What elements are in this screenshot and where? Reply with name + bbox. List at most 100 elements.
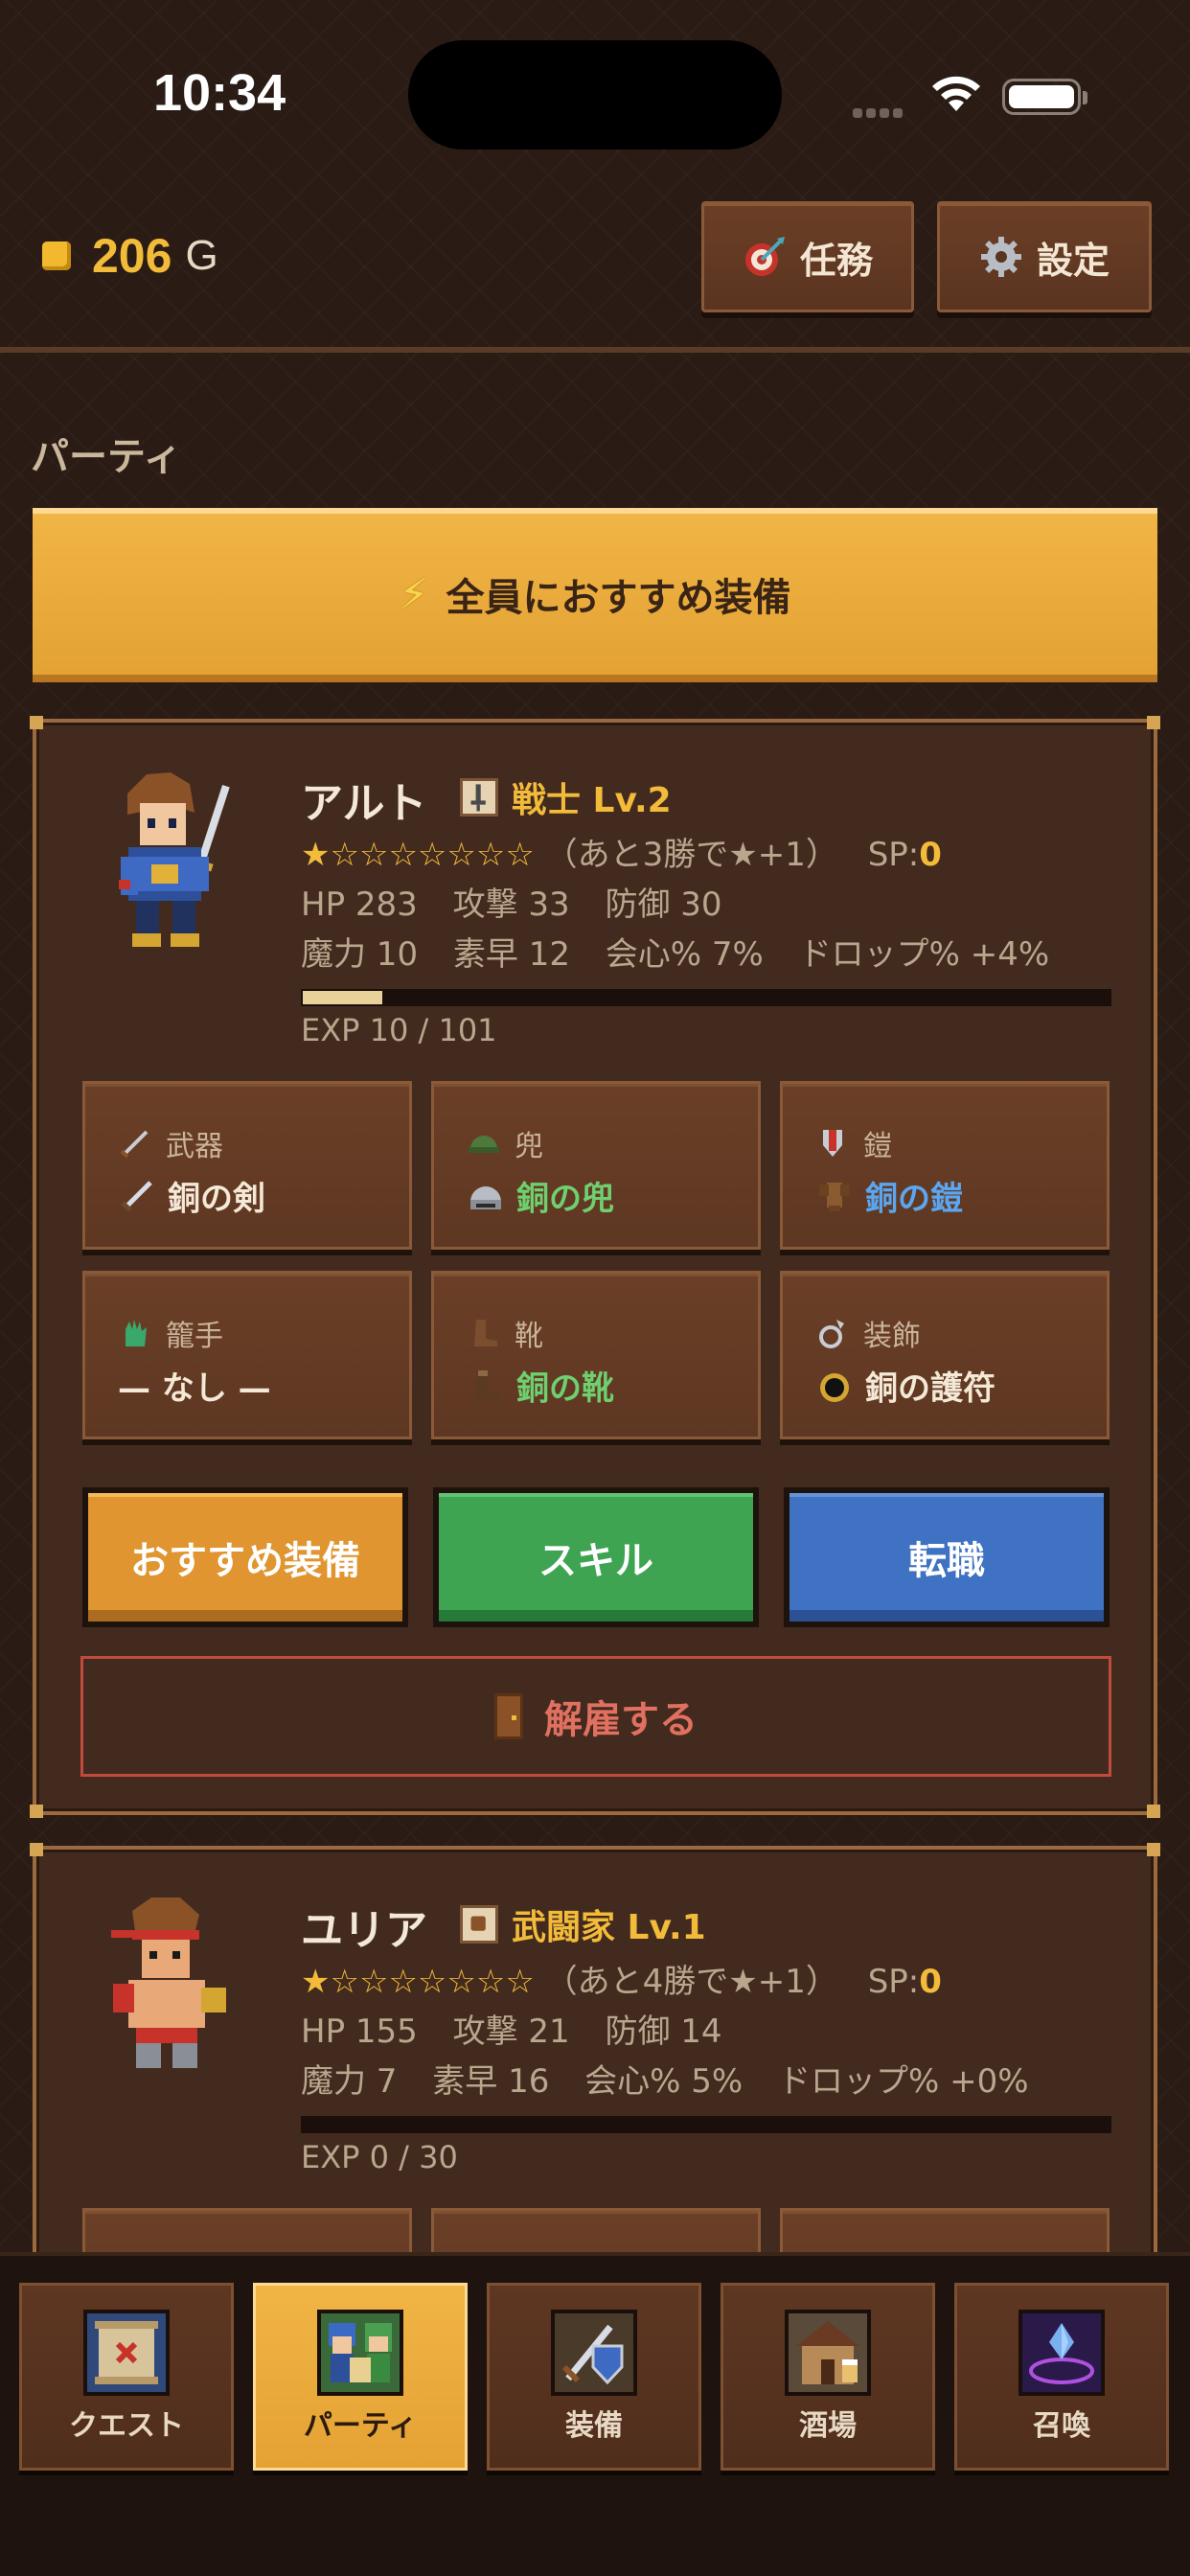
battery-icon: [1002, 79, 1087, 115]
stat-attack: 攻撃 33: [452, 886, 570, 924]
equip-slot-armor[interactable]: 鎧 銅の鎧: [780, 1081, 1110, 1250]
fist-job-icon: [460, 1905, 498, 1944]
member-job-label: 戦士 Lv.2: [512, 781, 672, 820]
sp-value: 0: [919, 1963, 942, 2001]
item-name: 銅の靴: [516, 1369, 614, 1408]
sword-job-icon: [460, 778, 498, 816]
boot-slot-icon: [474, 1320, 497, 1346]
slot-label: 靴: [515, 1320, 543, 1353]
item-name: 銅の鎧: [865, 1180, 963, 1218]
cellular-signal-icon: [853, 104, 910, 118]
exp-text: EXP 10 / 101: [301, 1012, 497, 1048]
exp-bar: [301, 2116, 1111, 2133]
settings-button[interactable]: 設定: [937, 201, 1152, 312]
member-job: 戦士 Lv.2: [460, 772, 672, 822]
dynamic-island: [408, 40, 782, 150]
tab-label: クエスト: [69, 2409, 184, 2443]
glove-slot-icon: [126, 1320, 147, 1346]
star-rating: ★☆☆☆☆☆☆☆: [301, 1963, 535, 2001]
stars-progress-note: （あと3勝で★+1）: [544, 836, 838, 874]
settings-label: 設定: [1036, 239, 1110, 282]
martial-artist-portrait: [111, 1898, 226, 2068]
stat-hp: HP 283: [301, 886, 418, 924]
skill-button[interactable]: スキル: [433, 1487, 759, 1627]
copper-boots-icon: [474, 1369, 501, 1401]
party-member-card: アルト 戦士 Lv.2 ★☆☆☆☆☆☆☆ （あと3勝で★+1） SP:0 HP …: [30, 716, 1160, 1818]
equip-slot-weapon[interactable]: 武器 銅の剣: [82, 1081, 412, 1250]
tasks-label: 任務: [799, 239, 873, 282]
item-name: 銅の兜: [516, 1180, 614, 1218]
status-time: 10:34: [153, 64, 286, 122]
gold-coin-icon: [42, 242, 71, 270]
dismiss-button[interactable]: 解雇する: [80, 1656, 1111, 1777]
recommend-all-button[interactable]: ⚡ 全員におすすめ装備: [33, 508, 1157, 682]
slot-label: 籠手: [166, 1320, 223, 1353]
job-change-button[interactable]: 転職: [784, 1487, 1110, 1627]
member-job: 武闘家 Lv.1: [460, 1899, 706, 1949]
helmet-slot-icon: [469, 1136, 499, 1153]
slot-label: 武器: [166, 1130, 223, 1163]
stat-crit: 会心% 7%: [605, 935, 764, 974]
equip-slot-gauntlets[interactable]: 籠手 — なし —: [82, 1271, 412, 1439]
stat-defense: 防御 30: [605, 886, 722, 924]
ring-slot-icon: [819, 1320, 844, 1348]
member-stars: ★☆☆☆☆☆☆☆ （あと3勝で★+1） SP:0: [301, 828, 942, 875]
stat-magic: 魔力 10: [301, 935, 419, 974]
item-name: — なし —: [118, 1369, 271, 1408]
member-name: ユリア: [301, 1906, 427, 1955]
equip-slot-accessory[interactable]: 装飾 銅の護符: [780, 1271, 1110, 1439]
armor-slot-icon: [823, 1130, 842, 1157]
party-icon: [317, 2310, 403, 2396]
stat-speed: 素早 16: [432, 2062, 550, 2101]
sword-slot-icon: [120, 1130, 149, 1159]
bottom-tab-bar: クエスト パーティ 装備 酒場 召喚: [0, 2252, 1190, 2576]
tavern-icon: [785, 2310, 871, 2396]
tab-summon[interactable]: 召喚: [954, 2283, 1169, 2471]
tasks-button[interactable]: 任務: [701, 201, 914, 312]
status-bar: 10:34: [0, 0, 1190, 192]
tab-party[interactable]: パーティ: [253, 2283, 468, 2471]
tab-equipment[interactable]: 装備: [487, 2283, 701, 2471]
dismiss-label: 解雇する: [544, 1698, 698, 1742]
equip-slot-helmet[interactable]: 兜 銅の兜: [431, 1081, 761, 1250]
gold-display: 206 G: [42, 228, 218, 284]
equipment-icon: [551, 2310, 637, 2396]
sp-label: SP:: [867, 836, 920, 874]
equip-slot-boots[interactable]: 靴 銅の靴: [431, 1271, 761, 1439]
member-stars: ★☆☆☆☆☆☆☆ （あと4勝で★+1） SP:0: [301, 1955, 942, 2002]
sp-label: SP:: [867, 1963, 920, 2001]
stat-drop: ドロップ% +0%: [778, 2062, 1029, 2101]
recommend-all-label: 全員におすすめ装備: [446, 576, 791, 620]
star-rating: ★☆☆☆☆☆☆☆: [301, 836, 535, 874]
summon-icon: [1018, 2310, 1105, 2396]
tab-quest[interactable]: クエスト: [19, 2283, 234, 2471]
header-divider: [0, 347, 1190, 353]
stat-magic: 魔力 7: [301, 2062, 398, 2101]
member-name: アルト: [301, 779, 427, 828]
recommend-equipment-button[interactable]: おすすめ装備: [82, 1487, 408, 1627]
stat-crit: 会心% 5%: [584, 2062, 744, 2101]
sp-value: 0: [919, 836, 942, 874]
stat-line-2: 魔力 10 素早 12 会心% 7% ドロップ% +4%: [301, 928, 1074, 975]
stat-speed: 素早 12: [452, 935, 570, 974]
tab-tavern[interactable]: 酒場: [721, 2283, 935, 2471]
item-name: 銅の剣: [168, 1180, 265, 1218]
stat-line-1: HP 155 攻撃 21 防御 14: [301, 2005, 747, 2052]
slot-label: 鎧: [863, 1130, 892, 1163]
section-title: パーティ: [31, 435, 182, 479]
item-name: 銅の護符: [865, 1369, 995, 1408]
slot-label: 装飾: [863, 1320, 921, 1353]
target-dart-icon: [744, 237, 785, 276]
copper-sword-icon: [121, 1180, 152, 1212]
member-job-label: 武闘家 Lv.1: [512, 1908, 706, 1947]
copper-armor-icon: [819, 1182, 850, 1211]
exp-text: EXP 0 / 30: [301, 2139, 458, 2175]
gold-unit: G: [185, 232, 218, 279]
wifi-icon: [932, 76, 980, 111]
stat-hp: HP 155: [301, 2012, 418, 2051]
tab-label: 召喚: [1033, 2409, 1090, 2443]
copper-helmet-icon: [470, 1185, 501, 1209]
quest-map-icon: [83, 2310, 170, 2396]
lightning-icon: ⚡: [399, 569, 429, 619]
gear-icon: [980, 237, 1021, 277]
